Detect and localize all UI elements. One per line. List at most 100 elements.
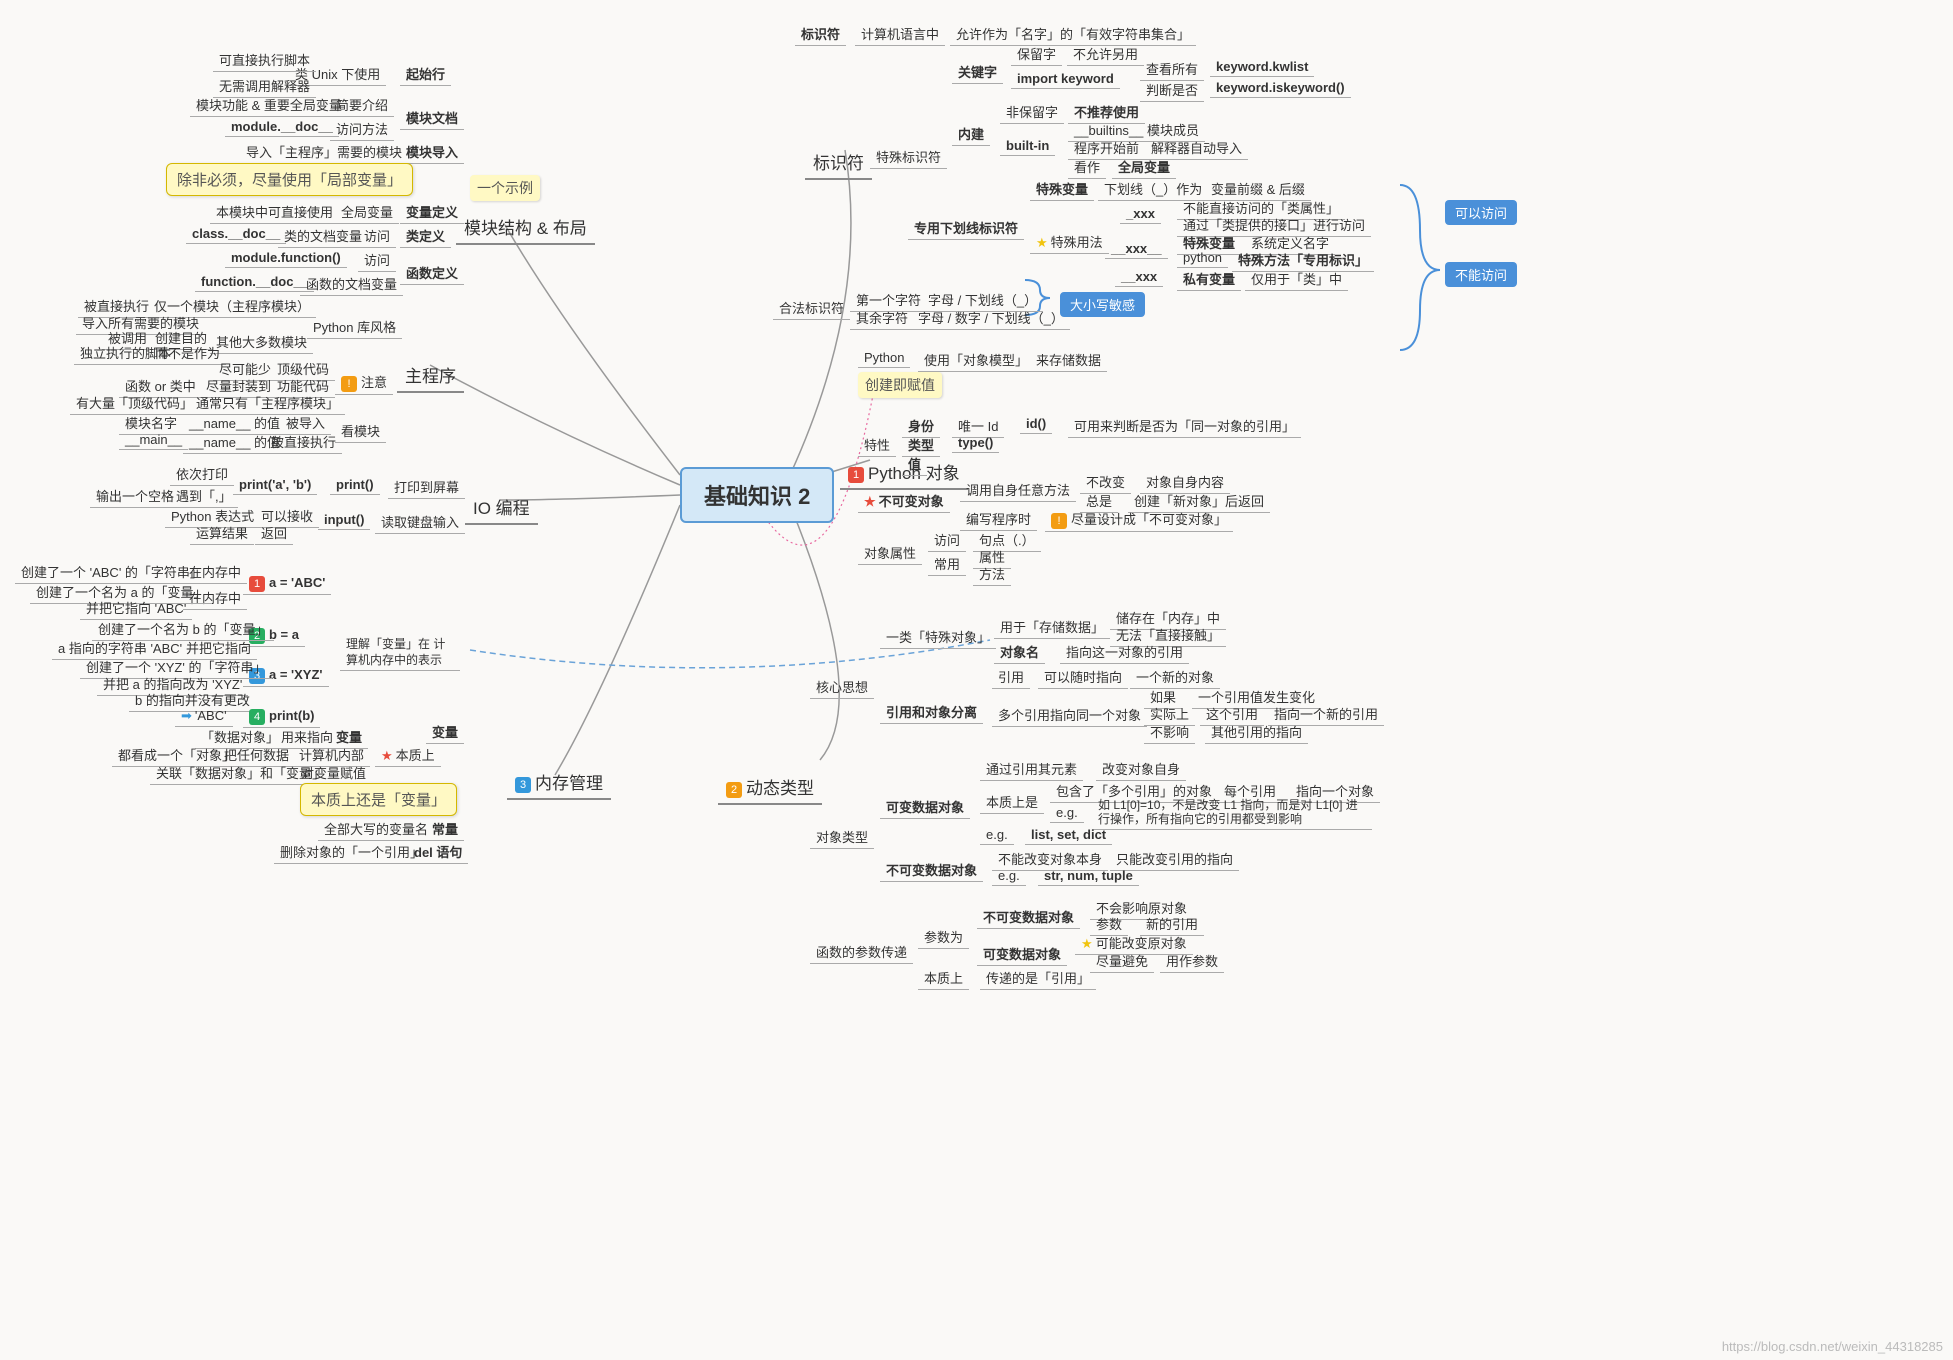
ret: 返回	[255, 521, 293, 545]
py-style[interactable]: Python 库风格	[307, 315, 402, 339]
attr-method: 方法	[973, 562, 1011, 586]
immut-eg-val: str, num, tuple	[1038, 866, 1139, 886]
module-func: module.function()	[225, 248, 347, 268]
const-desc: 全部大写的变量名	[318, 817, 434, 841]
iskw: keyword.iskeyword()	[1210, 78, 1351, 98]
essence[interactable]: 本质上	[375, 743, 441, 767]
mut-param: 可变数据对象	[977, 942, 1067, 966]
python-uses: Python	[858, 348, 910, 368]
branch-io[interactable]: IO 编程	[465, 490, 538, 525]
param-is: 参数为	[918, 925, 969, 949]
var-def[interactable]: 变量定义	[400, 200, 464, 224]
use-model: 使用「对象模型」	[918, 348, 1034, 372]
print-fn: print()	[330, 475, 380, 495]
keyword[interactable]: 关键字	[952, 60, 1003, 84]
treat-as: 看作	[1068, 155, 1106, 179]
branch-dynamic[interactable]: 2动态类型	[718, 770, 822, 805]
immutable-obj[interactable]: 不可变数据对象	[880, 858, 983, 882]
pass-ref: 传递的是「引用」	[980, 966, 1096, 990]
branch-main[interactable]: 主程序	[397, 358, 464, 393]
create-assign: 创建即赋值	[858, 372, 942, 398]
branch-module[interactable]: 模块结构 & 布局	[456, 210, 595, 245]
id-desc: 可用来判断是否为「同一对象的引用」	[1068, 414, 1301, 438]
mutable[interactable]: 可变数据对象	[880, 795, 970, 819]
center-node[interactable]: 基础知识 2	[680, 467, 834, 523]
module-import-desc: 导入「主程序」需要的模块	[240, 140, 408, 164]
id-def: 标识符	[795, 22, 846, 46]
underscore[interactable]: 专用下划线标识符	[908, 216, 1024, 240]
s4a: 'ABC'	[175, 706, 233, 727]
standalone: 独立执行的脚本	[74, 341, 177, 365]
global-var2: 全局变量	[1112, 155, 1176, 179]
var[interactable]: 变量	[426, 720, 464, 744]
s1: 1a = 'ABC'	[243, 573, 331, 595]
eg1-desc: 如 L1[0]=10，不是改变 L1 指向，而是对 L1[0] 进行操作，所有指…	[1092, 796, 1372, 830]
class-doc-desc: 类的文档变量	[278, 224, 368, 248]
special-use: 特殊用法	[1030, 230, 1109, 254]
change-self: 改变对象自身	[1096, 757, 1186, 781]
ref: 引用	[992, 665, 1030, 689]
rest-val: 字母 / 数字 / 下划线（_）	[912, 306, 1070, 330]
builtin[interactable]: 内建	[952, 122, 990, 146]
see-mod[interactable]: 看模块	[335, 419, 386, 443]
main-name: __main__	[119, 430, 188, 450]
immut-eg: e.g.	[992, 866, 1026, 886]
start-line[interactable]: 起始行	[400, 62, 451, 86]
no-reuse: 不允许另用	[1067, 42, 1144, 66]
watermark: https://blog.csdn.net/weixin_44318285	[1722, 1339, 1943, 1354]
avoid: 尽量避免	[1090, 949, 1154, 973]
call-own: 调用自身任意方法	[960, 478, 1076, 502]
ref-to: 指向这一对象的引用	[1060, 640, 1189, 664]
case-sensitive: 大小写敏感	[1060, 292, 1145, 317]
not-reserved: 非保留字	[1000, 100, 1064, 124]
core[interactable]: 核心思想	[810, 675, 874, 699]
module-doc[interactable]: 模块文档	[400, 106, 464, 130]
seq-print: 依次打印	[170, 462, 234, 486]
print-screen: 打印到屏幕	[388, 475, 465, 499]
kwlist: keyword.kwlist	[1210, 57, 1314, 77]
module-doc-attr: module.__doc__	[225, 117, 339, 137]
mut-essence: 本质上是	[980, 790, 1044, 814]
other-ref: 其他引用的指向	[1205, 720, 1308, 744]
branch-memory[interactable]: 3内存管理	[507, 765, 611, 800]
legal-id[interactable]: 合法标识符	[773, 296, 850, 320]
cannot-access: 不能访问	[1445, 262, 1517, 287]
name-val2: __name__ 的值	[183, 430, 286, 454]
callout-example: 一个示例	[470, 175, 540, 201]
global-var: 全局变量	[335, 200, 399, 224]
xxx3a: 私有变量	[1177, 267, 1241, 291]
calc-result: 运算结果	[190, 521, 254, 545]
sep: 引用和对象分离	[880, 700, 983, 724]
branch-identifier[interactable]: 标识符	[805, 145, 872, 180]
print-ab: print('a', 'b')	[233, 475, 317, 495]
module-func-access: 访问	[358, 248, 396, 272]
immut-param: 不可变数据对象	[977, 905, 1080, 929]
rest-char: 其余字符	[850, 306, 914, 330]
fa-essence: 本质上	[918, 966, 969, 990]
via-elem: 通过引用其元素	[980, 757, 1083, 781]
class-def[interactable]: 类定义	[400, 224, 451, 248]
func-def[interactable]: 函数定义	[400, 261, 464, 285]
special-var: 特殊变量	[1030, 177, 1094, 201]
essence-callout: 本质上还是「变量」	[300, 783, 457, 816]
immutable[interactable]: 不可变对象	[858, 489, 950, 513]
attr-access: 访问	[928, 528, 966, 552]
e3a: 关联「数据对象」和「变量」	[150, 761, 331, 785]
eg1: e.g.	[1050, 803, 1084, 823]
id-def2: 计算机语言中	[855, 22, 945, 46]
func-args[interactable]: 函数的参数传递	[810, 940, 913, 964]
can-access: 可以访问	[1445, 200, 1517, 225]
attrs[interactable]: 对象属性	[858, 541, 922, 565]
use-in-mod: 本模块中可直接使用	[210, 200, 339, 224]
obj-type[interactable]: 对象类型	[810, 825, 874, 849]
special-id[interactable]: 特殊标识符	[870, 145, 947, 169]
xxx1: _xxx	[1120, 204, 1161, 224]
module-import[interactable]: 模块导入	[400, 140, 464, 164]
built-in: built-in	[1000, 136, 1055, 156]
as-param: 用作参数	[1160, 949, 1224, 973]
traits[interactable]: 特性	[858, 433, 896, 457]
type-fn: type()	[952, 433, 999, 453]
del-desc: 删除对象的「一个引用」	[274, 840, 429, 864]
xxx3: __xxx	[1115, 267, 1163, 287]
eg2: e.g.	[980, 825, 1014, 845]
